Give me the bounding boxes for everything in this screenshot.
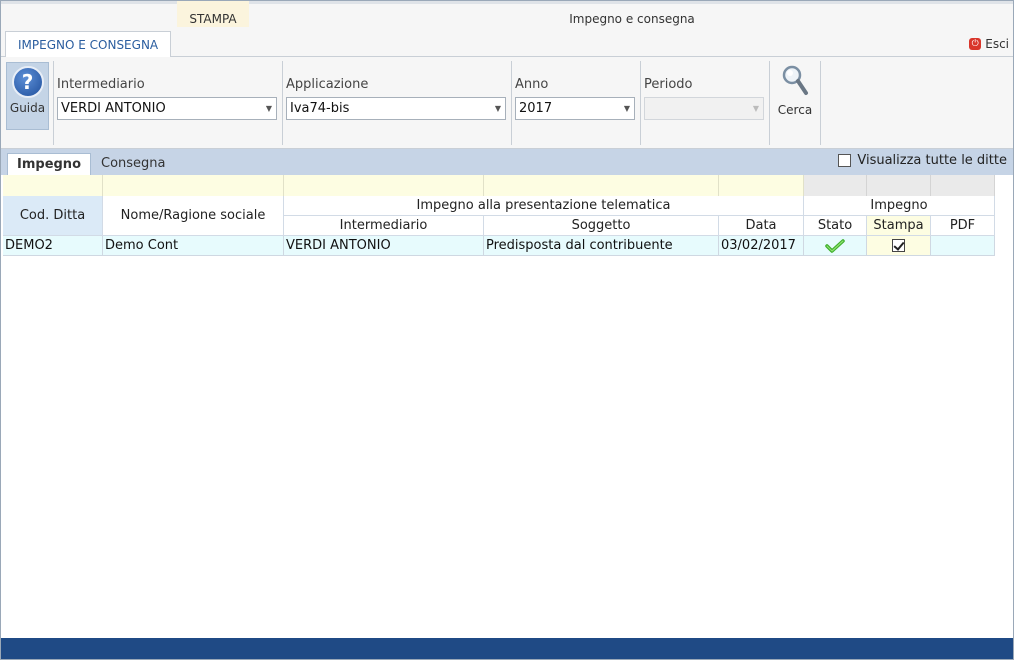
intermediario-select[interactable]: VERDI ANTONIO ▼ [57, 97, 277, 120]
anno-field: Anno 2017 ▼ [515, 77, 635, 120]
intermediario-value: VERDI ANTONIO [61, 101, 166, 116]
search-icon [780, 63, 810, 99]
filter-cell-soggetto[interactable] [484, 175, 719, 196]
toolbar-divider [820, 61, 821, 145]
chevron-down-icon: ▼ [752, 104, 759, 113]
cell-stato[interactable] [804, 236, 867, 256]
show-all-checkbox[interactable] [838, 154, 852, 167]
title-bar: Impegno e consegna [1, 1, 1013, 31]
periodo-field: Periodo ▼ [644, 77, 764, 120]
chevron-down-icon: ▼ [265, 104, 272, 113]
filter-cell-pdf[interactable] [931, 175, 995, 196]
anno-label: Anno [515, 77, 549, 92]
applicazione-value: Iva74-bis [290, 101, 350, 116]
tab-stampa[interactable]: STAMPA [177, 1, 249, 27]
toolbar-divider [511, 61, 512, 145]
column-header-intermediario[interactable]: Intermediario [284, 216, 484, 236]
cell-stampa[interactable] [867, 236, 931, 256]
status-bar [1, 638, 1013, 659]
ribbon-tab-bar: IMPEGNO E CONSEGNA ⏻ Esci [1, 31, 1013, 58]
anno-select[interactable]: 2017 ▼ [515, 97, 635, 120]
filter-cell-stampa[interactable] [867, 175, 931, 196]
filter-cell-intermediario[interactable] [284, 175, 484, 196]
search-button[interactable]: Cerca [775, 63, 815, 117]
app-window: Impegno e consegna IMPEGNO E CONSEGNA ⏻ … [0, 0, 1014, 660]
filter-cell-cod-ditta[interactable] [3, 175, 103, 196]
chevron-down-icon: ▼ [623, 104, 630, 113]
cell-soggetto[interactable]: Predisposta dal contribuente [484, 236, 719, 256]
green-check-icon [825, 238, 845, 253]
periodo-select[interactable]: ▼ [644, 97, 764, 120]
stampa-checkbox[interactable] [892, 239, 905, 252]
toolbar-divider [769, 61, 770, 145]
search-label: Cerca [777, 103, 813, 117]
group-header-telematica: Impegno alla presentazione telematica [284, 196, 804, 216]
periodo-label: Periodo [644, 77, 693, 92]
window-title: Impegno e consegna [569, 12, 695, 26]
cell-nome[interactable]: Demo Cont [103, 236, 284, 256]
cell-intermediario[interactable]: VERDI ANTONIO [284, 236, 484, 256]
toolbar-divider [640, 61, 641, 145]
intermediario-label: Intermediario [57, 77, 145, 92]
filter-cell-stato[interactable] [804, 175, 867, 196]
help-button[interactable]: ? Guida [6, 62, 49, 130]
column-header-stato[interactable]: Stato [804, 216, 867, 236]
applicazione-field: Applicazione Iva74-bis ▼ [286, 77, 506, 120]
cell-data[interactable]: 03/02/2017 [719, 236, 804, 256]
filter-row [3, 175, 995, 196]
title-bar-edge [1, 1, 1013, 4]
tab-impegno-e-consegna[interactable]: IMPEGNO E CONSEGNA [5, 31, 172, 58]
intermediario-field: Intermediario VERDI ANTONIO ▼ [57, 77, 277, 120]
tab-consegna[interactable]: Consegna [92, 153, 175, 175]
cell-cod-ditta[interactable]: DEMO2 [3, 236, 103, 256]
anno-value: 2017 [519, 101, 553, 116]
toolbar-divider [53, 61, 54, 145]
exit-label: Esci [985, 37, 1009, 51]
column-header-cod-ditta[interactable]: Cod. Ditta [3, 196, 103, 236]
tab-impegno[interactable]: Impegno [7, 153, 91, 175]
show-all-toggle[interactable]: Visualizza tutte le ditte [838, 153, 1007, 168]
toolbar: ? Guida Intermediario VERDI ANTONIO ▼ Ap… [1, 57, 1013, 149]
filter-cell-nome[interactable] [103, 175, 284, 196]
applicazione-select[interactable]: Iva74-bis ▼ [286, 97, 506, 120]
column-header-stampa[interactable]: Stampa [867, 216, 931, 236]
column-header-nome[interactable]: Nome/Ragione sociale [103, 196, 284, 236]
column-header-soggetto[interactable]: Soggetto [484, 216, 719, 236]
exit-button[interactable]: ⏻ Esci [969, 37, 1009, 51]
help-question-icon: ? [11, 66, 44, 98]
column-header-data[interactable]: Data [719, 216, 804, 236]
show-all-label: Visualizza tutte le ditte [857, 153, 1007, 168]
grid-scroll-area [996, 175, 1013, 638]
cell-pdf[interactable] [931, 236, 995, 256]
filter-cell-data[interactable] [719, 175, 804, 196]
toolbar-divider [282, 61, 283, 145]
chevron-down-icon: ▼ [494, 104, 501, 113]
help-label: Guida [9, 101, 46, 115]
subtab-bar: Impegno Consegna Visualizza tutte le dit… [1, 149, 1013, 175]
group-header-impegno: Impegno [804, 196, 995, 216]
power-icon: ⏻ [969, 38, 982, 50]
applicazione-label: Applicazione [286, 77, 369, 92]
column-header-pdf[interactable]: PDF [931, 216, 995, 236]
